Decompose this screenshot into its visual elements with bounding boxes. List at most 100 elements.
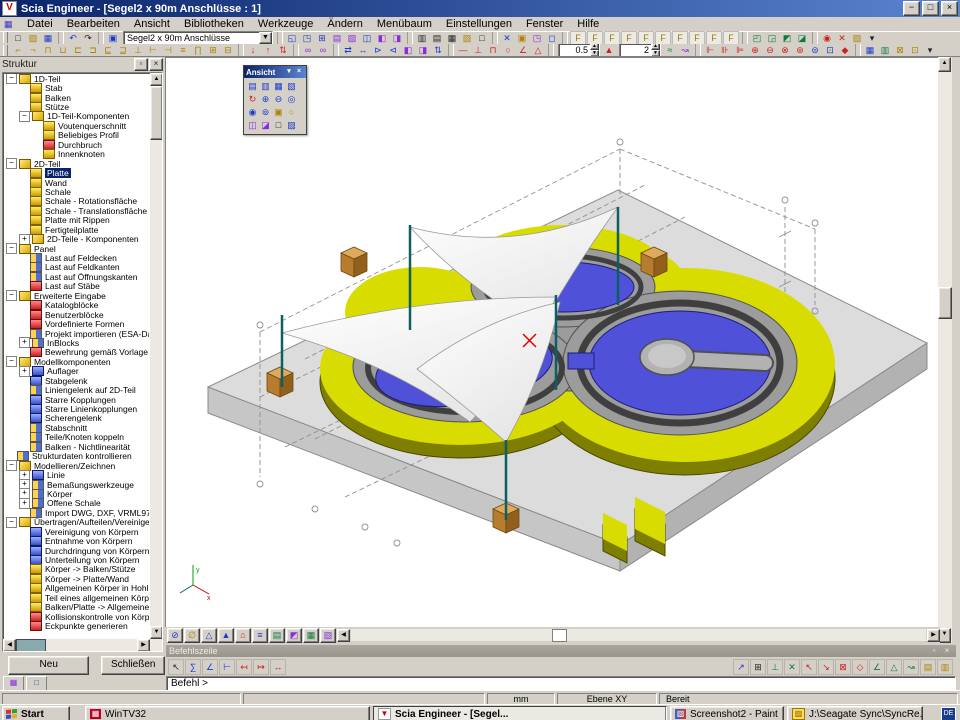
scroll-up-icon[interactable]: ▲ <box>150 73 163 86</box>
section-icon-14[interactable]: ⊞ <box>206 44 220 56</box>
tree-expander-icon[interactable] <box>19 366 30 377</box>
tree-expander-icon[interactable] <box>19 433 28 442</box>
tree-item[interactable]: Platte mit Rippen <box>4 216 149 225</box>
tree-item[interactable]: Strukturdaten kontrollieren <box>4 452 149 461</box>
tree-item[interactable]: Schale - Translationsfläche <box>4 206 149 215</box>
document-icon[interactable]: ▤ <box>330 32 344 44</box>
midpoint-snap-icon[interactable]: ↘ <box>818 659 834 675</box>
tree-item[interactable]: Wand <box>4 178 149 187</box>
tree-item[interactable]: Last auf Öffnungskanten <box>4 272 149 281</box>
tree-item[interactable]: Stabschnitt <box>4 423 149 432</box>
rotate-icon[interactable]: ↻ <box>246 93 259 106</box>
tree-item[interactable]: 1D-Teil-Komponenten <box>4 112 149 121</box>
tree-item[interactable]: Vereinigung von Körpern <box>4 527 149 536</box>
visibility-icon[interactable]: ◉ <box>820 32 834 44</box>
menu-item[interactable]: Ändern <box>320 17 369 31</box>
zoom-selection-icon[interactable]: ⊚ <box>259 106 272 119</box>
print-preview-icon[interactable]: ▤ <box>430 32 444 44</box>
coord-icon[interactable]: ⊘ <box>167 628 183 643</box>
select-cursor-icon[interactable]: ↖ <box>168 659 184 675</box>
project-window-icon[interactable]: ▣ <box>106 32 120 44</box>
scale-icon[interactable]: ▲ <box>602 44 616 56</box>
menu-item[interactable]: Fenster <box>519 17 570 31</box>
node-icon-9[interactable]: ⊡ <box>823 44 837 56</box>
schliessen-button[interactable]: Schließen <box>101 656 165 675</box>
table-mini-icon[interactable]: ▤ <box>269 628 285 643</box>
tree-item[interactable]: Import DWG, DXF, VRML97 <box>4 508 149 517</box>
pin-icon[interactable]: ▫ <box>928 646 940 657</box>
filter-icon-1[interactable]: ⊠ <box>893 44 907 56</box>
toolbar-icon[interactable] <box>98 32 104 44</box>
tree-expander-icon[interactable] <box>19 612 28 621</box>
dock-tab-fenster[interactable]: □ <box>26 676 47 691</box>
wireframe-icon[interactable]: ▣ <box>272 106 285 119</box>
project-combo[interactable]: Segel2 x 90m Anschlüsse ▼ <box>123 31 273 44</box>
close-icon[interactable]: × <box>294 68 304 77</box>
layer-snap-icon[interactable]: ▤ <box>920 659 936 675</box>
menu-item[interactable]: Bearbeiten <box>60 17 127 31</box>
tree-expander-icon[interactable] <box>19 603 28 612</box>
tree-item[interactable]: Körper -> Balken/Stütze <box>4 565 149 574</box>
toolbar-icon[interactable] <box>238 44 244 56</box>
load-both-icon[interactable]: ⇅ <box>276 44 290 56</box>
spinner-down-icon[interactable]: ▼ <box>590 50 599 57</box>
tree-expander-icon[interactable] <box>19 197 28 206</box>
picture-icon[interactable]: ▨ <box>345 32 359 44</box>
section-icon-1[interactable]: ⌐ <box>11 44 25 56</box>
node-icon-1[interactable]: ⊩ <box>703 44 717 56</box>
tree-expander-icon[interactable] <box>19 187 28 196</box>
tree-expander-icon[interactable] <box>6 158 17 169</box>
language-indicator-icon[interactable]: DE <box>941 707 956 720</box>
tree-expander-icon[interactable] <box>19 622 28 631</box>
tree-item[interactable]: Teile/Knoten koppeln <box>4 433 149 442</box>
toolbar-grip[interactable] <box>3 45 8 56</box>
grid-snap-icon[interactable]: ⊞ <box>750 659 766 675</box>
scrollbar-thumb[interactable] <box>16 639 46 652</box>
load-up-icon[interactable]: ↑ <box>261 44 275 56</box>
tree-item[interactable]: Balken/Platte -> Allgemeiner Körper <box>4 603 149 612</box>
tree-item[interactable]: Stabgelenk <box>4 376 149 385</box>
tree-expander-icon[interactable] <box>32 121 41 130</box>
clip-box-icon[interactable]: ◫ <box>246 119 259 132</box>
viewport-vertical-scrollbar[interactable]: ▲ ▼ <box>938 57 952 643</box>
tree-item[interactable]: Last auf Feldecken <box>4 253 149 262</box>
tree-item[interactable]: InBlocks <box>4 338 149 347</box>
tree-expander-icon[interactable] <box>19 565 28 574</box>
scroll-left-icon[interactable]: ◀ <box>337 629 350 642</box>
view-param-icon-2[interactable]: F <box>587 31 603 44</box>
pencil-icon[interactable]: ∅ <box>184 628 200 643</box>
paste-icon[interactable]: ◳ <box>530 32 544 44</box>
snap-both-icon[interactable]: ↔ <box>270 659 286 675</box>
tree-item[interactable]: Vordefinierte Formen <box>4 319 149 328</box>
toolbar-icon[interactable] <box>855 44 861 56</box>
viewport-horizontal-scrollbar[interactable] <box>351 629 926 641</box>
scroll-right-icon[interactable]: ▶ <box>137 639 150 652</box>
export-view-icon[interactable]: ▥ <box>878 44 892 56</box>
perp-snap-icon[interactable]: ⊥ <box>767 659 783 675</box>
tree-horizontal-scrollbar[interactable]: ◀ ▶ <box>3 639 150 651</box>
close-icon[interactable]: × <box>941 646 953 657</box>
section-icon-5[interactable]: ⊏ <box>71 44 85 56</box>
title-bar[interactable]: V Scia Engineer - [Segel2 x 90m Anschlüs… <box>0 0 960 17</box>
section-icon-6[interactable]: ⊐ <box>86 44 100 56</box>
menu-item[interactable]: Hilfe <box>570 17 606 31</box>
tree-item[interactable]: Last auf Feldkanten <box>4 263 149 272</box>
section-icon-11[interactable]: ⊣ <box>161 44 175 56</box>
tree-item[interactable]: Erweiterte Eingabe <box>4 291 149 300</box>
undo-icon[interactable]: ↶ <box>66 32 80 44</box>
start-button[interactable]: Start <box>2 706 70 720</box>
taskbar-task[interactable]: ▨ J:\Seagate Sync\SyncRe... <box>787 706 923 720</box>
view-param-icon-7[interactable]: F <box>672 31 688 44</box>
activity-icon-2[interactable]: ◲ <box>765 32 779 44</box>
tree-expander-icon[interactable] <box>19 206 28 215</box>
tree-expander-icon[interactable] <box>19 395 28 404</box>
view-front-icon[interactable]: ▥ <box>259 80 272 93</box>
page-setup-icon[interactable]: □ <box>475 32 489 44</box>
couple-icon-7[interactable]: ⇅ <box>431 44 445 56</box>
zoom-all-icon[interactable]: ◉ <box>246 106 259 119</box>
draw-rect-icon[interactable]: ⊓ <box>486 44 500 56</box>
tree-expander-icon[interactable] <box>19 178 28 187</box>
tree-item[interactable]: Übertragen/Aufteilen/Vereinigen <box>4 518 149 527</box>
view-param-icon-4[interactable]: F <box>621 31 637 44</box>
tree-item[interactable]: Schale <box>4 187 149 196</box>
